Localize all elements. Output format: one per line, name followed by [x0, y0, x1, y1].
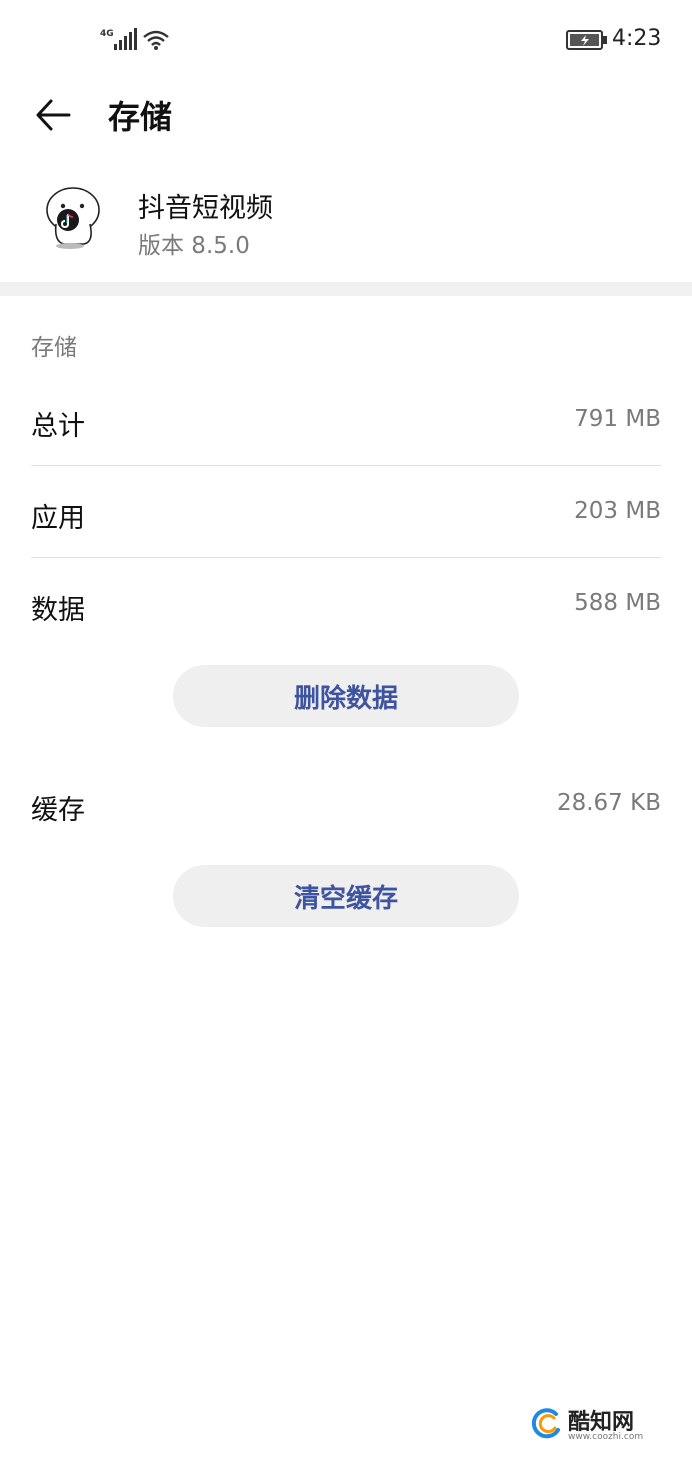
row-label: 缓存 — [31, 795, 85, 826]
storage-row-cache: 缓存 28.67 KB — [31, 758, 661, 850]
wifi-icon — [143, 30, 169, 50]
coozhi-logo-icon — [531, 1408, 560, 1439]
row-label: 数据 — [31, 595, 85, 626]
app-info: 抖音短视频 版本 8.5.0 — [0, 168, 692, 278]
row-value: 28.67 KB — [556, 790, 661, 816]
app-header: 存储 — [0, 80, 692, 150]
status-time: 4:23 — [612, 26, 662, 51]
row-value: 203 MB — [574, 498, 661, 524]
row-value: 588 MB — [574, 590, 661, 616]
app-name: 抖音短视频 — [138, 193, 273, 224]
storage-section-title: 存储 — [31, 335, 77, 361]
row-label: 总计 — [31, 411, 85, 442]
battery-charging-icon — [566, 30, 607, 50]
watermark: 酷知网 www.coozhi.com — [530, 1400, 670, 1450]
watermark-url: www.coozhi.com — [568, 1432, 644, 1442]
back-button[interactable] — [28, 90, 78, 140]
cellular-signal-icon: 4G — [100, 28, 137, 50]
storage-row-total: 总计 791 MB — [31, 374, 661, 466]
network-type: 4G — [100, 29, 114, 39]
status-bar: 4G 4:23 — [0, 0, 692, 80]
row-label: 应用 — [31, 503, 85, 534]
arrow-left-icon — [36, 99, 71, 131]
delete-data-button[interactable]: 删除数据 — [173, 665, 519, 727]
section-divider — [0, 282, 692, 296]
clear-cache-button[interactable]: 清空缓存 — [173, 865, 519, 927]
storage-row-app: 应用 203 MB — [31, 466, 661, 558]
row-value: 791 MB — [574, 406, 661, 432]
douyin-app-icon — [46, 187, 100, 249]
page-title: 存储 — [108, 98, 173, 136]
storage-row-data: 数据 588 MB — [31, 558, 661, 650]
app-version: 版本 8.5.0 — [138, 233, 250, 259]
